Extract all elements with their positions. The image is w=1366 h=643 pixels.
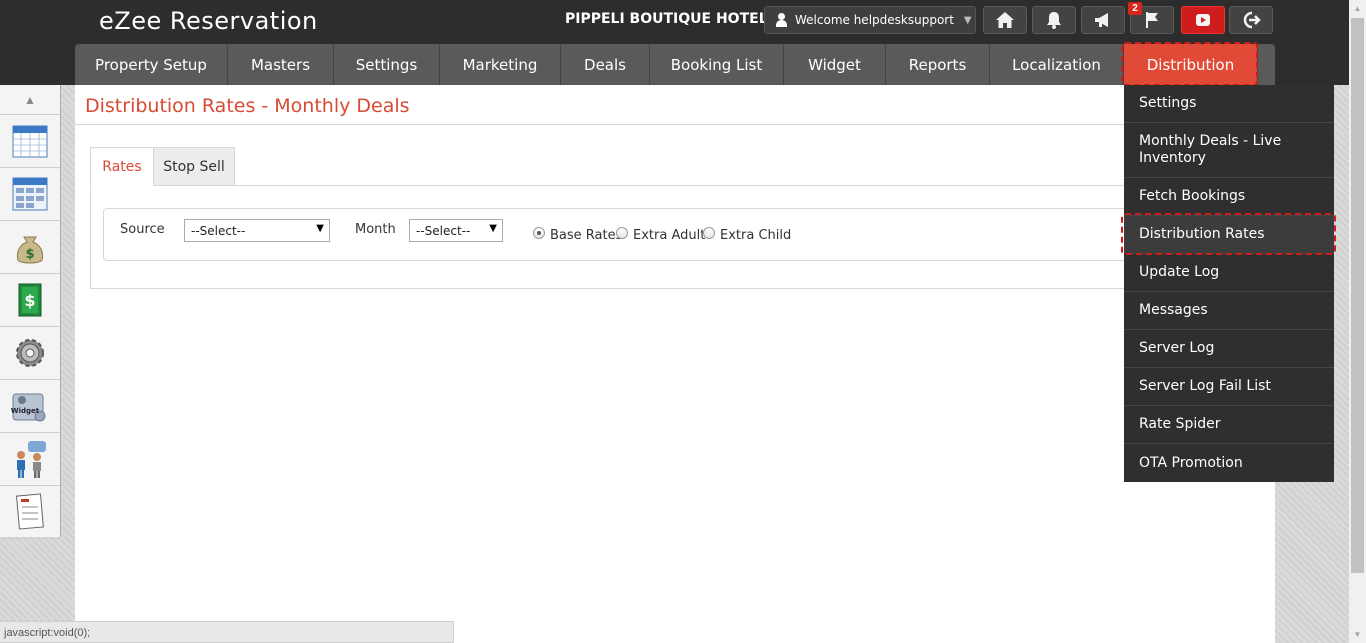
logout-button[interactable]: [1229, 6, 1273, 34]
tab-stop-sell[interactable]: Stop Sell: [153, 147, 235, 186]
sidebar-item-cash[interactable]: $: [0, 274, 60, 327]
menu-item-messages[interactable]: Messages: [1124, 292, 1334, 330]
scroll-up-button[interactable]: ▲: [0, 85, 60, 115]
extra-adult-label: Extra Adult: [633, 228, 706, 243]
browser-status-bar: javascript:void(0);: [0, 621, 454, 643]
main-nav: Property Setup Masters Settings Marketin…: [75, 44, 1275, 85]
hotel-name: PIPPELI BOUTIQUE HOTEL: [565, 11, 768, 27]
menu-item-update-log[interactable]: Update Log: [1124, 254, 1334, 292]
svg-text:$: $: [24, 291, 35, 310]
app-title: eZee Reservation: [99, 7, 318, 35]
sidebar-item-users[interactable]: [0, 433, 60, 486]
user-menu-button[interactable]: Welcome helpdesksupport ▼: [764, 6, 976, 34]
home-icon: [996, 12, 1014, 28]
notifications-button[interactable]: [1032, 6, 1076, 34]
users-chat-icon: [17, 441, 46, 478]
source-select-value: --Select--: [191, 223, 246, 238]
nav-settings[interactable]: Settings: [334, 44, 440, 85]
youtube-button[interactable]: [1181, 6, 1225, 34]
title-divider: [75, 124, 1275, 125]
nav-marketing[interactable]: Marketing: [440, 44, 561, 85]
sidebar-item-money-bag[interactable]: $: [0, 221, 60, 274]
source-label: Source: [120, 222, 165, 237]
notification-count-badge: 2: [1128, 2, 1142, 15]
sidebar-item-tasks[interactable]: [0, 486, 60, 539]
base-rates-label: Base Rates: [550, 228, 623, 243]
calendar-icon: [12, 125, 48, 158]
month-select[interactable]: --Select-- ▼: [409, 219, 503, 242]
page-scrollbar[interactable]: ▲ ▼: [1349, 0, 1366, 643]
menu-item-ota-promotion[interactable]: OTA Promotion: [1124, 444, 1334, 482]
nav-widget[interactable]: Widget: [784, 44, 886, 85]
menu-item-rate-spider[interactable]: Rate Spider: [1124, 406, 1334, 444]
nav-property-setup[interactable]: Property Setup: [75, 44, 228, 85]
logout-icon: [1243, 11, 1261, 29]
chevron-down-icon: ▼: [963, 14, 972, 26]
nav-booking-list[interactable]: Booking List: [650, 44, 784, 85]
youtube-icon: [1196, 14, 1210, 26]
distribution-rates-highlight-box: [1121, 213, 1336, 255]
user-icon: [775, 13, 787, 27]
nav-masters[interactable]: Masters: [228, 44, 334, 85]
chevron-down-icon: ▼: [489, 223, 497, 234]
svg-text:$: $: [25, 247, 34, 262]
distribution-dropdown-menu: Settings Monthly Deals - Live Inventory …: [1124, 85, 1334, 482]
flag-icon: [1146, 12, 1158, 28]
megaphone-icon: [1095, 13, 1108, 27]
home-button[interactable]: [983, 6, 1027, 34]
nav-deals[interactable]: Deals: [561, 44, 650, 85]
money-bag-icon: $: [16, 236, 44, 264]
welcome-text: Welcome helpdesksupport: [795, 13, 954, 27]
sidebar-item-settings[interactable]: [0, 327, 60, 380]
widget-icon: Widget: [11, 393, 46, 422]
nav-localization[interactable]: Localization: [990, 44, 1124, 85]
nav-reports[interactable]: Reports: [886, 44, 990, 85]
bell-icon: [1047, 12, 1061, 29]
sidebar-item-year-calendar[interactable]: [0, 168, 60, 221]
task-list-icon: [16, 493, 44, 530]
distribution-highlight-box: [1121, 42, 1258, 86]
menu-item-server-log[interactable]: Server Log: [1124, 330, 1334, 368]
chevron-down-icon: ▼: [316, 223, 324, 234]
gear-icon: [16, 339, 44, 367]
scrollbar-thumb[interactable]: [1351, 18, 1364, 573]
scroll-up-arrow-icon[interactable]: ▲: [1349, 0, 1366, 17]
menu-item-settings[interactable]: Settings: [1124, 85, 1334, 123]
tab-rates[interactable]: Rates: [90, 147, 154, 186]
announcements-button[interactable]: [1081, 6, 1125, 34]
month-select-value: --Select--: [416, 223, 471, 238]
main-panel: Distribution Rates - Monthly Deals Rates…: [75, 85, 1275, 643]
menu-item-fetch-bookings[interactable]: Fetch Bookings: [1124, 178, 1334, 216]
extra-child-label: Extra Child: [720, 228, 792, 243]
page-title: Distribution Rates - Monthly Deals: [85, 95, 410, 117]
sidebar-item-calendar[interactable]: [0, 115, 60, 168]
menu-item-server-log-fail-list[interactable]: Server Log Fail List: [1124, 368, 1334, 406]
tabs-bar: Rates Stop Sell: [90, 147, 1140, 186]
extra-child-radio[interactable]: [703, 227, 715, 239]
menu-item-monthly-deals-live-inventory[interactable]: Monthly Deals - Live Inventory: [1124, 123, 1334, 178]
month-label: Month: [355, 222, 396, 237]
scroll-down-arrow-icon[interactable]: ▼: [1349, 626, 1366, 643]
left-sidebar: ▲ $ $ Widget: [0, 85, 61, 539]
cash-icon: $: [18, 283, 42, 317]
svg-text:Widget: Widget: [11, 407, 40, 415]
sidebar-item-widget[interactable]: Widget: [0, 380, 60, 433]
extra-adult-radio[interactable]: [616, 227, 628, 239]
source-select[interactable]: --Select-- ▼: [184, 219, 330, 242]
calendar-year-icon: [12, 177, 48, 211]
filter-panel: Source --Select-- ▼ Month --Select-- ▼ B…: [103, 208, 1133, 261]
base-rates-radio[interactable]: [533, 227, 545, 239]
